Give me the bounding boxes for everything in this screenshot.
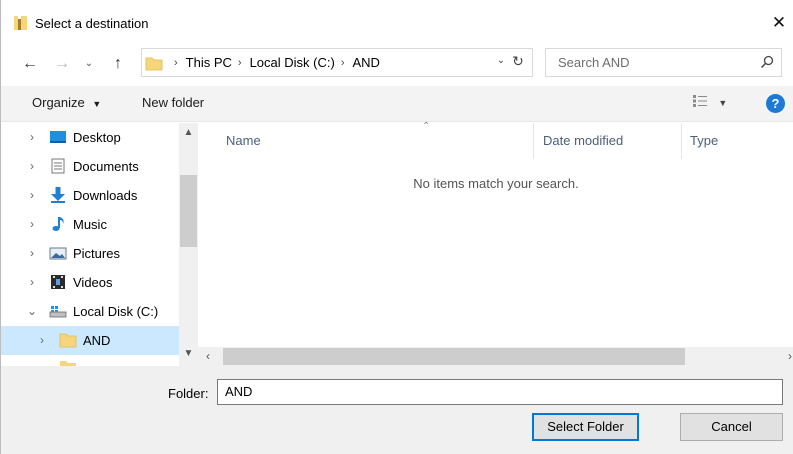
- sidebar-item-label: Downloads: [73, 188, 138, 203]
- chevron-right-icon[interactable]: ›: [27, 275, 37, 289]
- chevron-down-icon: ⌄: [84, 58, 94, 69]
- column-divider[interactable]: [533, 123, 534, 159]
- navigation-pane: › Desktop › Documents › Downloads › Musi…: [1, 123, 198, 366]
- chevron-right-icon[interactable]: ›: [27, 217, 37, 231]
- organize-button[interactable]: Organize ▼: [32, 95, 101, 110]
- select-destination-dialog: Select a destination ✕ ← → ⌄ ↑ › This PC…: [0, 0, 793, 454]
- breadcrumb-and[interactable]: AND: [353, 55, 380, 70]
- sidebar-item-label: Local Disk (C:): [73, 304, 159, 319]
- caret-down-icon: ▼: [718, 98, 728, 108]
- scroll-left-icon[interactable]: ‹: [206, 349, 210, 363]
- pictures-icon: [49, 247, 67, 260]
- address-dropdown-icon[interactable]: ⌄: [494, 55, 508, 66]
- sidebar-item-label: Pictures: [73, 246, 120, 261]
- sidebar-item-label: Videos: [73, 275, 113, 290]
- chevron-right-icon[interactable]: ›: [27, 246, 37, 260]
- chevron-down-icon[interactable]: ⌄: [27, 304, 37, 318]
- column-divider[interactable]: [681, 123, 682, 159]
- documents-icon: [51, 158, 65, 174]
- sidebar-item-label: Desktop: [73, 130, 121, 145]
- sidebar-item-downloads[interactable]: › Downloads: [1, 181, 179, 210]
- folder-icon: [59, 333, 77, 348]
- sort-ascending-icon: ⌃: [422, 121, 431, 132]
- sidebar-item-desktop[interactable]: › Desktop: [1, 123, 179, 152]
- sidebar-item-label: Documents: [73, 159, 139, 174]
- scrollbar-thumb[interactable]: [180, 175, 197, 247]
- up-button[interactable]: ↑: [107, 52, 129, 76]
- chevron-right-icon[interactable]: ›: [27, 188, 37, 202]
- breadcrumb-separator[interactable]: ›: [341, 57, 345, 69]
- chevron-right-icon[interactable]: ›: [37, 333, 47, 347]
- chevron-right-icon[interactable]: ›: [27, 130, 37, 144]
- scroll-up-icon[interactable]: ▲: [179, 127, 198, 138]
- new-folder-button[interactable]: New folder: [142, 95, 204, 110]
- cancel-button[interactable]: Cancel: [680, 413, 783, 441]
- dialog-footer: Folder: AND Select Folder Cancel: [1, 366, 793, 454]
- folder-icon: [145, 57, 163, 71]
- folder-app-icon: [14, 16, 27, 30]
- search-input[interactable]: Search AND: [558, 55, 630, 70]
- organize-label: Organize: [32, 95, 85, 110]
- arrow-right-icon: →: [54, 55, 70, 72]
- window-title: Select a destination: [35, 16, 149, 31]
- change-view-button[interactable]: ▼: [693, 95, 727, 109]
- sidebar-item-music[interactable]: › Music: [1, 210, 179, 239]
- file-list: ⌃ Name Date modified Type No items match…: [198, 121, 793, 366]
- view-options-icon: [693, 95, 707, 107]
- scroll-right-icon[interactable]: ›: [788, 349, 792, 363]
- sidebar-item-pictures[interactable]: › Pictures: [1, 239, 179, 268]
- sidebar-item-documents[interactable]: › Documents: [1, 152, 179, 181]
- search-box[interactable]: Search AND: [545, 48, 782, 77]
- arrow-up-icon: ↑: [114, 55, 122, 72]
- chevron-right-icon[interactable]: ›: [27, 159, 37, 173]
- command-bar: Organize ▼ New folder ▼ ?: [1, 86, 793, 122]
- music-icon: [52, 217, 64, 231]
- folder-label: Folder:: [168, 386, 209, 401]
- folder-icon: [60, 361, 76, 366]
- videos-icon: [51, 275, 65, 289]
- breadcrumb-separator[interactable]: ›: [174, 57, 178, 69]
- search-icon: [760, 55, 774, 69]
- sidebar-item-label: AND: [83, 333, 111, 348]
- breadcrumb-local-disk[interactable]: Local Disk (C:): [250, 55, 335, 70]
- file-list-scrollbar[interactable]: ‹ ›: [198, 347, 793, 366]
- desktop-icon: [50, 131, 66, 143]
- sidebar-item-local-disk[interactable]: ⌄ Local Disk (C:): [1, 297, 179, 326]
- folder-name-input[interactable]: AND: [217, 379, 783, 405]
- help-button[interactable]: ?: [766, 94, 785, 113]
- breadcrumb-separator[interactable]: ›: [238, 57, 242, 69]
- close-button[interactable]: ✕: [764, 8, 793, 38]
- sidebar-scrollbar[interactable]: ▲ ▼: [179, 123, 198, 366]
- sidebar-item-videos[interactable]: › Videos: [1, 268, 179, 297]
- column-header-date-modified[interactable]: Date modified: [543, 133, 623, 148]
- empty-message: No items match your search.: [413, 176, 579, 191]
- scroll-down-icon[interactable]: ▼: [179, 348, 198, 359]
- caret-down-icon: ▼: [92, 99, 102, 109]
- scrollbar-thumb[interactable]: [223, 348, 685, 365]
- breadcrumb: › This PC › Local Disk (C:) › AND: [168, 55, 380, 70]
- drive-icon: [49, 306, 67, 318]
- recent-locations-button[interactable]: ⌄: [81, 52, 97, 76]
- refresh-icon[interactable]: ↻: [508, 53, 528, 70]
- arrow-left-icon: ←: [22, 55, 38, 72]
- downloads-icon: [51, 187, 65, 203]
- title-bar: Select a destination ✕: [1, 0, 793, 44]
- column-header-name[interactable]: Name: [226, 133, 261, 148]
- column-header-type[interactable]: Type: [690, 133, 718, 148]
- select-folder-button[interactable]: Select Folder: [532, 413, 639, 441]
- back-button[interactable]: ←: [19, 52, 41, 76]
- address-row: ← → ⌄ ↑ › This PC › Local Disk (C:) › AN…: [1, 48, 793, 80]
- close-icon: ✕: [771, 13, 787, 32]
- address-bar[interactable]: › This PC › Local Disk (C:) › AND ⌄ ↻: [141, 48, 533, 77]
- sidebar-item-label: Music: [73, 217, 107, 232]
- forward-button[interactable]: →: [51, 52, 73, 76]
- sidebar-item-and[interactable]: › AND: [1, 326, 179, 355]
- breadcrumb-this-pc[interactable]: This PC: [186, 55, 232, 70]
